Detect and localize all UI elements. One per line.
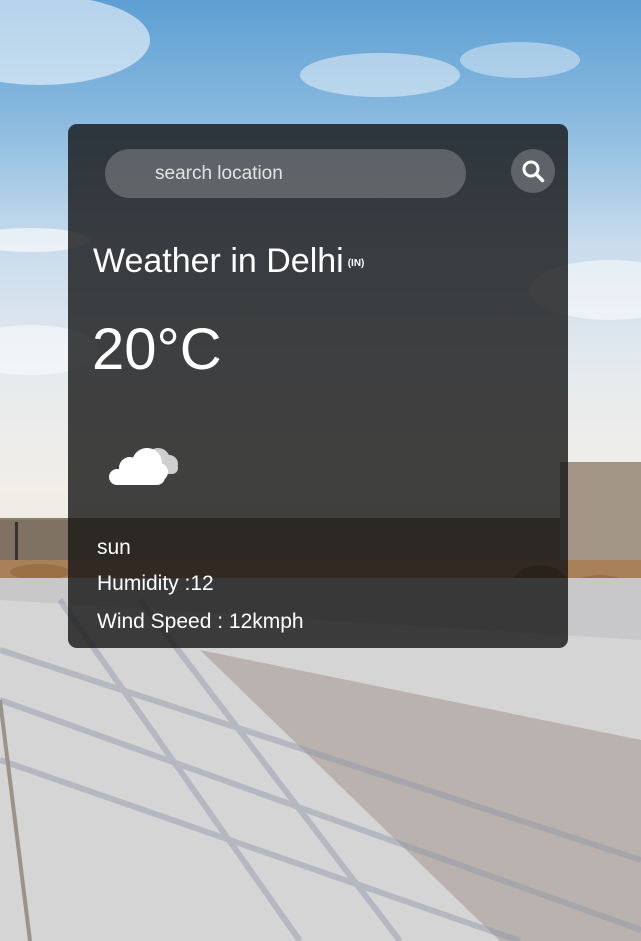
temperature: 20°C (92, 317, 222, 382)
location-title: Weather in Delhi (IN) (93, 242, 364, 281)
country-code: (IN) (347, 258, 365, 269)
search-button[interactable] (511, 149, 555, 193)
weather-description: sun (97, 536, 131, 559)
partly-cloudy-icon (109, 448, 178, 485)
weather-card: Weather in Delhi (IN) 20°C sun Humidity … (68, 124, 568, 648)
wind-speed-text: Wind Speed : 12kmph (97, 610, 304, 633)
search-input[interactable] (105, 149, 466, 198)
search-icon (522, 160, 545, 183)
city-heading: Weather in Delhi (93, 242, 344, 280)
humidity-text: Humidity :12 (97, 572, 214, 595)
